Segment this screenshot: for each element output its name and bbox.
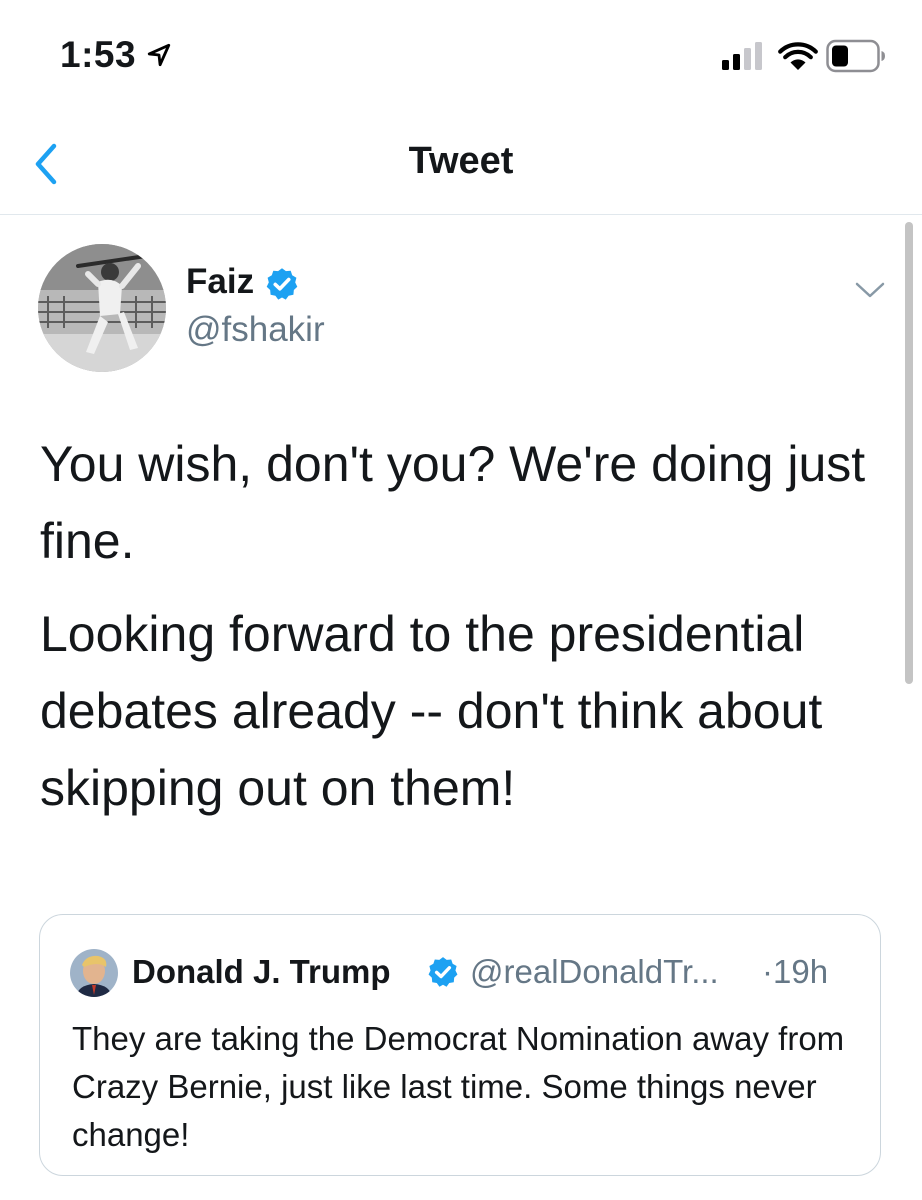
verified-badge-icon bbox=[428, 957, 458, 987]
scrollbar[interactable] bbox=[905, 222, 913, 684]
portrait-photo bbox=[70, 949, 118, 997]
tweet-text: You wish, don't you? We're doing just fi… bbox=[40, 426, 900, 827]
quoted-tweet-time: ·19h bbox=[762, 953, 829, 990]
nav-bar: Tweet bbox=[0, 110, 922, 215]
tweet-paragraph: You wish, don't you? We're doing just fi… bbox=[40, 436, 866, 569]
status-bar: 1:53 bbox=[0, 0, 922, 110]
status-time: 1:53 bbox=[60, 34, 137, 75]
author-handle[interactable]: @fshakir bbox=[186, 310, 325, 350]
chevron-down-icon[interactable] bbox=[852, 278, 888, 302]
wifi-icon bbox=[778, 42, 818, 70]
quoted-author-handle: @realDonaldTr... bbox=[470, 953, 719, 990]
author-name[interactable]: Faiz bbox=[186, 262, 254, 302]
cellular-signal-icon bbox=[722, 42, 762, 70]
location-arrow-icon bbox=[147, 43, 171, 67]
quoted-tweet-card[interactable]: Donald J. Trump @realDonaldTr... ·19h Th… bbox=[39, 914, 881, 1176]
page-title: Tweet bbox=[408, 140, 514, 182]
tweet-paragraph: Looking forward to the presidential deba… bbox=[40, 606, 823, 816]
quoted-tweet-text: They are taking the Democrat Nomination … bbox=[72, 1020, 845, 1153]
quoted-author-name: Donald J. Trump bbox=[132, 953, 391, 990]
verified-badge-icon bbox=[266, 268, 298, 300]
battery-icon bbox=[826, 39, 885, 73]
baseball-player-photo bbox=[38, 244, 166, 372]
author-avatar[interactable] bbox=[38, 244, 166, 372]
quoted-author-avatar bbox=[70, 949, 118, 997]
